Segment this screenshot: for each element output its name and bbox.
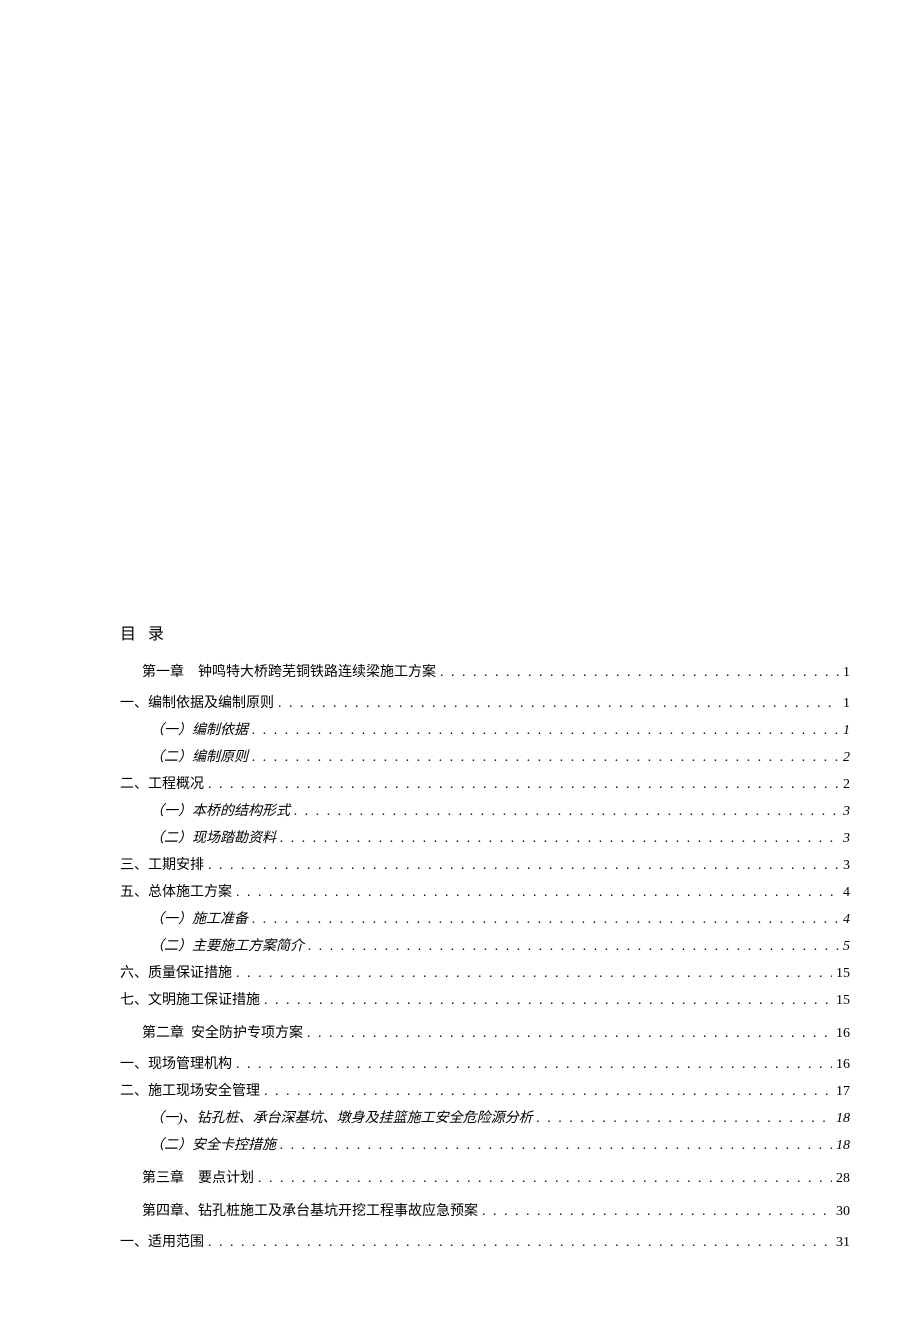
toc-entry-page: 16 xyxy=(836,1054,850,1075)
toc-entry-page: 3 xyxy=(843,828,850,849)
document-page: 目 录 第一章 钟鸣特大桥跨芜铜铁路连续梁施工方案 . . . . . . . .… xyxy=(0,0,920,1319)
toc-dots: . . . . . . . . . . . . . . . . . . . . … xyxy=(280,1135,832,1156)
toc-entry-text: 六、质量保证措施 xyxy=(120,963,232,984)
toc-entry-page: 16 xyxy=(836,1023,850,1044)
toc-entry-page: 28 xyxy=(836,1168,850,1189)
toc-entry: 五、总体施工方案. . . . . . . . . . . . . . . . … xyxy=(120,882,850,903)
toc-dots: . . . . . . . . . . . . . . . . . . . . … xyxy=(252,720,839,741)
toc-entry-page: 4 xyxy=(843,882,850,903)
toc-entry-text: （二）编制原则 xyxy=(150,747,248,768)
toc-entry: （一)、钻孔桩、承台深基坑、墩身及挂篮施工安全危险源分析. . . . . . … xyxy=(150,1108,850,1129)
toc-dots: . . . . . . . . . . . . . . . . . . . . … xyxy=(280,828,839,849)
toc-entry: 第一章 钟鸣特大桥跨芜铜铁路连续梁施工方案. . . . . . . . . .… xyxy=(142,662,850,683)
toc-entry-page: 30 xyxy=(836,1201,850,1222)
toc-entry-text: 二、施工现场安全管理 xyxy=(120,1081,260,1102)
toc-entry-text: （一)、钻孔桩、承台深基坑、墩身及挂篮施工安全危险源分析 xyxy=(150,1108,533,1129)
toc-entry-page: 15 xyxy=(836,963,850,984)
toc-entry-page: 3 xyxy=(843,801,850,822)
toc-entry-page: 1 xyxy=(843,662,850,683)
toc-entry-text: 三、工期安排 xyxy=(120,855,204,876)
toc-entry-text: 第三章 要点计划 xyxy=(142,1168,254,1189)
toc-entry: （二）现场踏勘资料. . . . . . . . . . . . . . . .… xyxy=(150,828,850,849)
toc-entry: 第三章 要点计划. . . . . . . . . . . . . . . . … xyxy=(142,1168,850,1189)
toc-entry-text: （二）现场踏勘资料 xyxy=(150,828,276,849)
toc-entry: （一）施工准备. . . . . . . . . . . . . . . . .… xyxy=(150,909,850,930)
toc-entry-page: 18 xyxy=(836,1108,850,1129)
toc-entry-page: 4 xyxy=(843,909,850,930)
toc-entry-text: （二）主要施工方案简介 xyxy=(150,936,304,957)
toc-entry-page: 2 xyxy=(843,747,850,768)
toc-container: 第一章 钟鸣特大桥跨芜铜铁路连续梁施工方案 . . . . . . . . . .… xyxy=(120,662,850,1253)
toc-entry-text: 二、工程概况 xyxy=(120,774,204,795)
toc-entry: 一、适用范围. . . . . . . . . . . . . . . . . … xyxy=(120,1232,850,1253)
toc-entry-page: 1 xyxy=(843,720,850,741)
toc-dots: . . . . . . . . . . . . . . . . . . . . … xyxy=(264,1081,832,1102)
toc-entry: （二）主要施工方案简介. . . . . . . . . . . . . . .… xyxy=(150,936,850,957)
toc-dots: . . . . . . . . . . . . . . . . . . . . … xyxy=(294,801,839,822)
toc-entry-page: 2 xyxy=(843,774,850,795)
toc-entry: 三、工期安排. . . . . . . . . . . . . . . . . … xyxy=(120,855,850,876)
toc-entry-page: 18 xyxy=(836,1135,850,1156)
toc-dots: . . . . . . . . . . . . . . . . . . . . … xyxy=(307,1023,832,1044)
toc-entry-text: 第四章、钻孔桩施工及承台基坑开挖工程事故应急预案 xyxy=(142,1201,478,1222)
toc-entry-text: （一）编制依据 xyxy=(150,720,248,741)
toc-dots: . . . . . . . . . . . . . . . . . . . . … xyxy=(308,936,839,957)
toc-dots: . . . . . . . . . . . . . . . . . . . . … xyxy=(208,855,839,876)
toc-dots: . . . . . . . . . . . . . . . . . . . . … xyxy=(236,882,839,903)
toc-title: 目 录 xyxy=(120,620,850,644)
toc-entry-page: 5 xyxy=(843,936,850,957)
toc-dots: . . . . . . . . . . . . . . . . . . . . … xyxy=(252,747,839,768)
toc-entry: 一、现场管理机构. . . . . . . . . . . . . . . . … xyxy=(120,1054,850,1075)
toc-entry-page: 31 xyxy=(836,1232,850,1253)
toc-entry-text: 七、文明施工保证措施 xyxy=(120,990,260,1011)
toc-entry: （一）编制依据. . . . . . . . . . . . . . . . .… xyxy=(150,720,850,741)
toc-entry-text: （二）安全卡控措施 xyxy=(150,1135,276,1156)
toc-entry-text: 一、编制依据及编制原则 xyxy=(120,693,274,714)
toc-entry: （一）本桥的结构形式. . . . . . . . . . . . . . . … xyxy=(150,801,850,822)
toc-entry-text: 第二章 安全防护专项方案 xyxy=(142,1023,303,1044)
toc-entry: 第四章、钻孔桩施工及承台基坑开挖工程事故应急预案. . . . . . . . … xyxy=(142,1201,850,1222)
toc-entry: （二）编制原则. . . . . . . . . . . . . . . . .… xyxy=(150,747,850,768)
toc-entry: 二、施工现场安全管理. . . . . . . . . . . . . . . … xyxy=(120,1081,850,1102)
toc-entry-text: （一）施工准备 xyxy=(150,909,248,930)
toc-entry: 一、编制依据及编制原则. . . . . . . . . . . . . . .… xyxy=(120,693,850,714)
toc-dots: . . . . . . . . . . . . . . . . . . . . … xyxy=(264,990,832,1011)
toc-dots: . . . . . . . . . . . . . . . . . . . . … xyxy=(252,909,839,930)
toc-entry-page: 15 xyxy=(836,990,850,1011)
toc-dots: . . . . . . . . . . . . . . . . . . . . … xyxy=(258,1168,832,1189)
toc-entry-page: 17 xyxy=(836,1081,850,1102)
toc-entry-text: 第一章 钟鸣特大桥跨芜铜铁路连续梁施工方案 xyxy=(142,662,436,683)
toc-entry-text: 一、适用范围 xyxy=(120,1232,204,1253)
toc-dots: . . . . . . . . . . . . . . . . . . . . … xyxy=(236,963,832,984)
toc-entry: （二）安全卡控措施. . . . . . . . . . . . . . . .… xyxy=(150,1135,850,1156)
toc-entry: 二、工程概况. . . . . . . . . . . . . . . . . … xyxy=(120,774,850,795)
toc-entry-page: 1 xyxy=(843,693,850,714)
toc-entry-text: 五、总体施工方案 xyxy=(120,882,232,903)
toc-entry: 六、质量保证措施. . . . . . . . . . . . . . . . … xyxy=(120,963,850,984)
toc-entry-page: 3 xyxy=(843,855,850,876)
toc-dots: . . . . . . . . . . . . . . . . . . . . … xyxy=(208,1232,832,1253)
toc-dots: . . . . . . . . . . . . . . . . . . . . … xyxy=(278,693,839,714)
toc-entry-text: 一、现场管理机构 xyxy=(120,1054,232,1075)
toc-dots: . . . . . . . . . . . . . . . . . . . . … xyxy=(236,1054,832,1075)
toc-entry: 第二章 安全防护专项方案. . . . . . . . . . . . . . … xyxy=(142,1023,850,1044)
toc-dots: . . . . . . . . . . . . . . . . . . . . … xyxy=(208,774,839,795)
toc-dots: . . . . . . . . . . . . . . . . . . . . … xyxy=(482,1201,832,1222)
toc-entry: 七、文明施工保证措施. . . . . . . . . . . . . . . … xyxy=(120,990,850,1011)
toc-entry-text: （一）本桥的结构形式 xyxy=(150,801,290,822)
toc-dots: . . . . . . . . . . . . . . . . . . . . … xyxy=(537,1108,832,1129)
toc-dots: . . . . . . . . . . . . . . . . . . . . … xyxy=(440,662,839,683)
